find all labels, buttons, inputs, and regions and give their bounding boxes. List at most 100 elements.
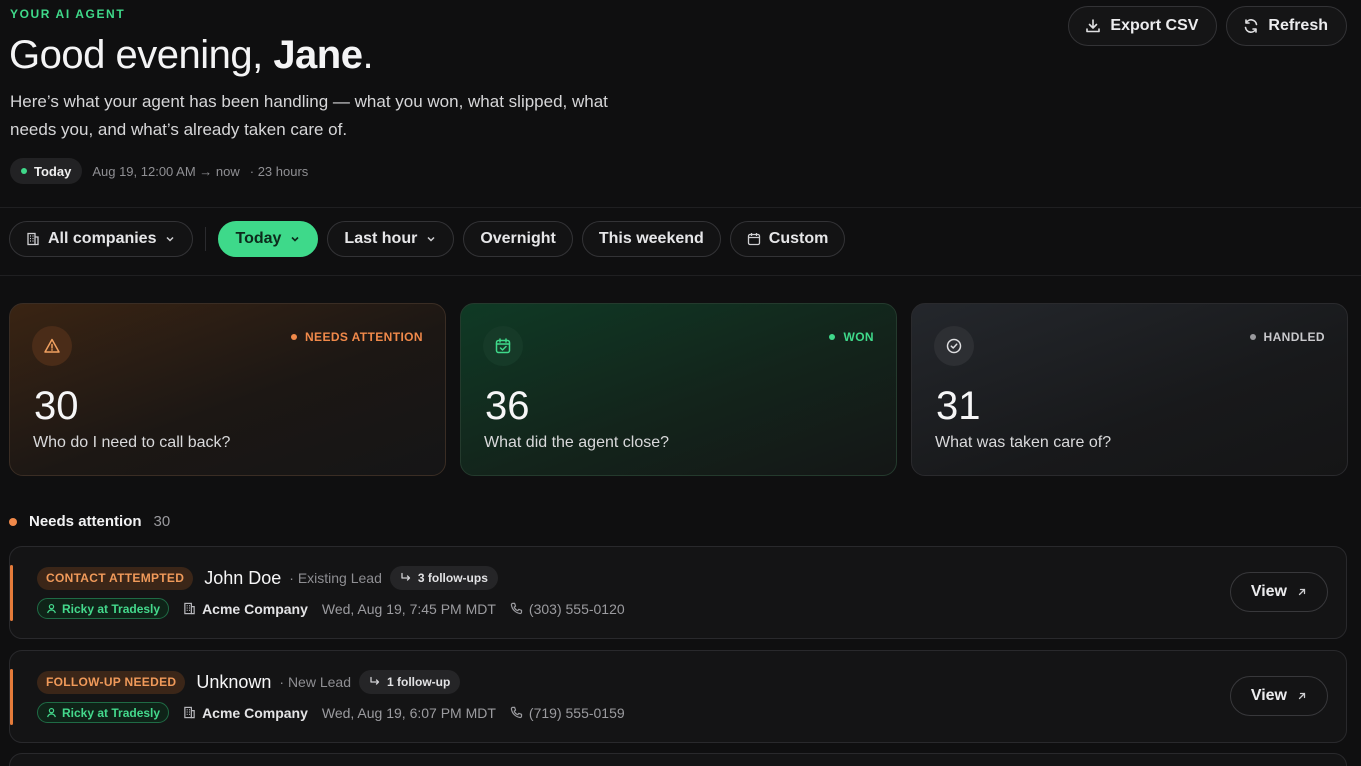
phone-number: (303) 555-0120	[528, 600, 625, 617]
list-item[interactable]: FOLLOW-UP NEEDED Unknown · New Lead 1 fo…	[9, 650, 1347, 743]
company-name: Acme Company	[202, 600, 308, 617]
top-actions: Export CSV Refresh	[1068, 6, 1347, 46]
header-divider	[0, 207, 1361, 208]
view-label: View	[1250, 687, 1287, 704]
timestamp: Wed, Aug 19, 6:07 PM MDT	[321, 704, 496, 721]
won-count: 36	[485, 384, 530, 428]
timestamp: Wed, Aug 19, 7:45 PM MDT	[321, 600, 496, 617]
eyebrow: YOUR AI AGENT	[10, 7, 126, 21]
list-item-partial[interactable]	[9, 753, 1347, 766]
building-icon	[27, 232, 39, 246]
greeting-prefix: Good evening,	[9, 33, 274, 77]
chevron-down-icon	[166, 236, 175, 242]
needs-attention-tag-label: NEEDS ATTENTION	[304, 330, 423, 344]
calendar-icon	[747, 233, 760, 246]
list-item[interactable]: CONTACT ATTEMPTED John Doe · Existing Le…	[9, 546, 1347, 639]
agent-name: Ricky at Tradesly	[62, 601, 161, 616]
priority-bar	[10, 565, 13, 621]
won-question: What did the agent close?	[484, 434, 670, 451]
filter-custom[interactable]: Custom	[729, 221, 846, 257]
refresh-label: Refresh	[1268, 17, 1328, 34]
view-button[interactable]: View	[1229, 572, 1328, 612]
calendar-check-icon	[483, 326, 523, 366]
company: Acme Company	[183, 705, 308, 721]
filter-overnight-label: Overnight	[480, 230, 556, 247]
lead-type: · New Lead	[279, 674, 351, 690]
handled-count: 31	[936, 384, 981, 428]
filter-last-hour-label: Last hour	[344, 230, 418, 247]
phone-icon	[510, 706, 523, 719]
company-selector-label: All companies	[48, 230, 157, 247]
followup-count: 3 follow-ups	[417, 571, 488, 585]
building-icon	[184, 602, 195, 615]
phone-number: (719) 555-0159	[528, 704, 625, 721]
period-summary: Today Aug 19, 12:00 AM → now · 23 hours	[10, 158, 308, 184]
agent-badge: Ricky at Tradesly	[37, 598, 170, 619]
agent-name: Ricky at Tradesly	[62, 705, 161, 720]
reply-arrow-icon	[401, 572, 411, 581]
contact-name: John Doe	[204, 567, 282, 588]
won-tag: WON	[829, 330, 874, 344]
row-primary: FOLLOW-UP NEEDED Unknown · New Lead 1 fo…	[37, 670, 461, 694]
section-count: 30	[153, 513, 171, 530]
greeting-name: Jane	[273, 33, 363, 77]
greeting-suffix: .	[362, 33, 374, 77]
won-card[interactable]: WON 36 What did the agent close?	[460, 303, 897, 476]
download-icon	[1086, 19, 1101, 33]
contact-name: Unknown	[196, 671, 272, 692]
followup-badge: 3 follow-ups	[389, 566, 498, 590]
greeting: Good evening, Jane.	[9, 33, 374, 78]
needs-attention-question: Who do I need to call back?	[33, 434, 231, 451]
warning-icon	[32, 326, 72, 366]
period-range: Aug 19, 12:00 AM → now	[92, 163, 240, 179]
filter-overnight[interactable]: Overnight	[463, 221, 573, 257]
filter-last-hour[interactable]: Last hour	[327, 221, 455, 257]
reply-arrow-icon	[370, 676, 380, 685]
section-dot	[9, 517, 17, 526]
phone-icon	[510, 602, 523, 615]
filter-separator	[205, 227, 207, 251]
export-csv-button[interactable]: Export CSV	[1068, 6, 1218, 46]
handled-question: What was taken care of?	[935, 434, 1112, 451]
needs-attention-tag: NEEDS ATTENTION	[290, 330, 423, 344]
followup-badge: 1 follow-up	[358, 670, 461, 694]
phone[interactable]: (719) 555-0159	[510, 705, 625, 721]
filter-divider	[0, 275, 1361, 276]
followup-count: 1 follow-up	[386, 675, 451, 689]
refresh-button[interactable]: Refresh	[1226, 6, 1347, 46]
external-arrow-icon	[1298, 692, 1306, 700]
refresh-icon	[1245, 19, 1258, 33]
filter-custom-label: Custom	[768, 230, 829, 247]
period-badge: Today	[10, 158, 83, 184]
handled-tag: HANDLED	[1249, 330, 1325, 344]
status-badge: CONTACT ATTEMPTED	[37, 566, 194, 590]
view-button[interactable]: View	[1229, 676, 1328, 716]
status-badge: FOLLOW-UP NEEDED	[37, 670, 186, 694]
handled-tag-label: HANDLED	[1263, 330, 1325, 344]
chevron-down-icon	[291, 236, 299, 242]
row-meta: Ricky at Tradesly Acme Company Wed, Aug …	[37, 702, 625, 723]
company-selector[interactable]: All companies	[9, 221, 194, 257]
view-label: View	[1250, 583, 1287, 600]
subtitle: Here’s what your agent has been handling…	[10, 92, 608, 139]
building-icon	[184, 706, 195, 719]
filter-today[interactable]: Today	[218, 221, 319, 257]
user-icon	[47, 603, 56, 614]
filter-this-weekend-label: This weekend	[598, 230, 704, 247]
priority-bar	[10, 669, 13, 725]
row-meta: Ricky at Tradesly Acme Company Wed, Aug …	[37, 598, 625, 619]
summary-cards: NEEDS ATTENTION 30 Who do I need to call…	[9, 303, 1348, 476]
filter-today-label: Today	[235, 230, 282, 247]
user-icon	[47, 707, 56, 718]
phone[interactable]: (303) 555-0120	[510, 601, 625, 617]
needs-attention-card[interactable]: NEEDS ATTENTION 30 Who do I need to call…	[9, 303, 446, 476]
filter-this-weekend[interactable]: This weekend	[581, 221, 721, 257]
needs-attention-section-header: Needs attention 30	[9, 513, 170, 530]
period-badge-label: Today	[34, 163, 72, 179]
agent-badge: Ricky at Tradesly	[37, 702, 170, 723]
row-primary: CONTACT ATTEMPTED John Doe · Existing Le…	[37, 566, 498, 590]
section-title: Needs attention	[29, 513, 142, 530]
lead-type: · Existing Lead	[289, 570, 382, 586]
needs-attention-count: 30	[34, 384, 79, 428]
handled-card[interactable]: HANDLED 31 What was taken care of?	[911, 303, 1348, 476]
